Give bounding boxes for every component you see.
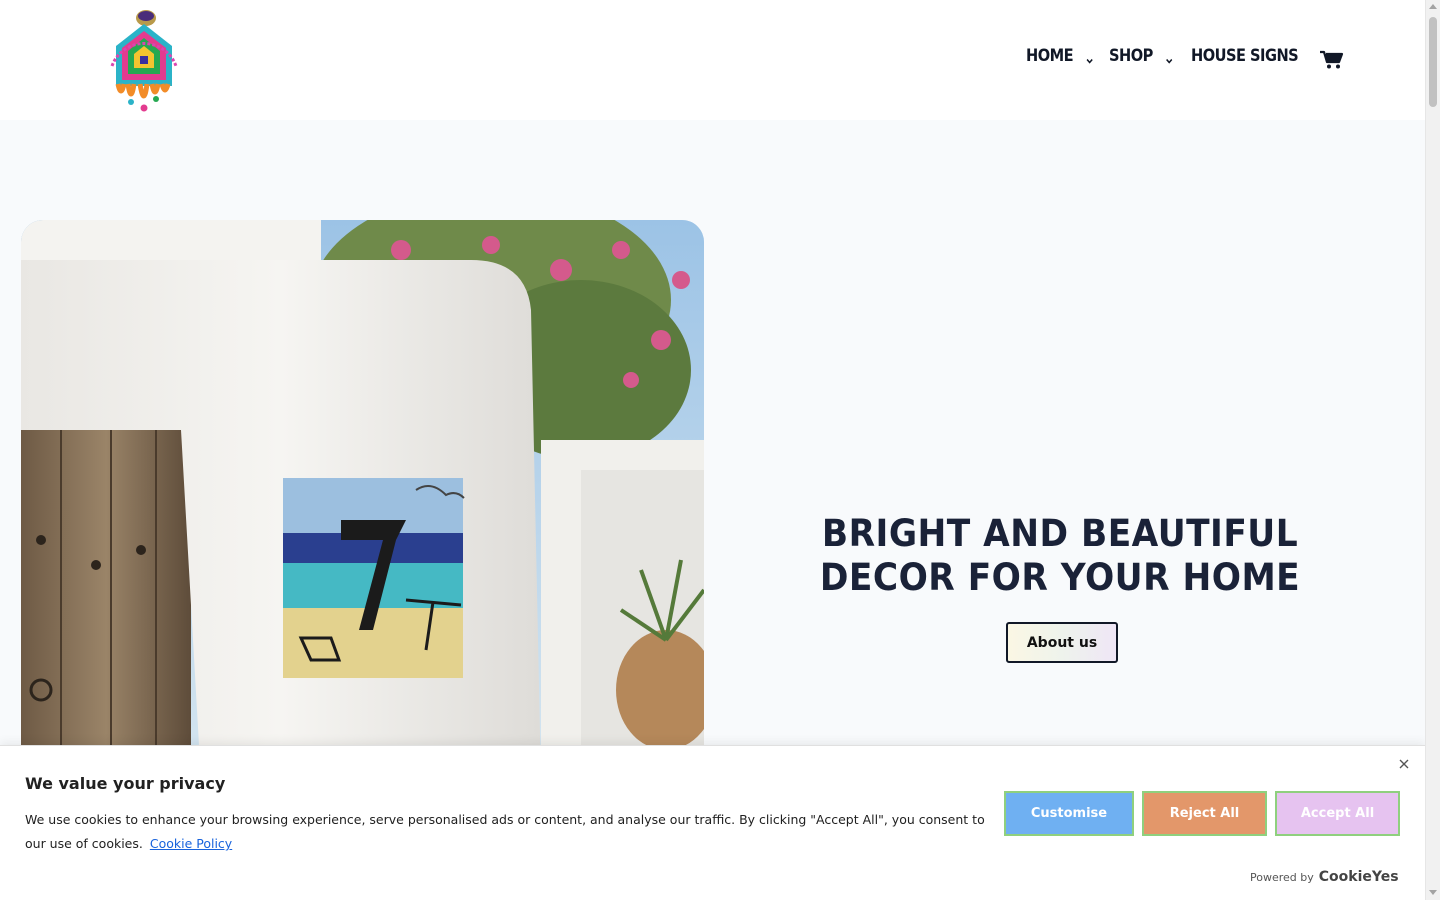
- reject-all-button[interactable]: Reject All: [1142, 791, 1267, 836]
- close-icon[interactable]: [1396, 756, 1412, 772]
- nav-shop-label: SHOP: [1109, 46, 1153, 66]
- cookie-title: We value your privacy: [25, 774, 226, 793]
- scroll-thumb[interactable]: [1429, 17, 1437, 107]
- cart-icon[interactable]: [1318, 48, 1344, 70]
- page-scrollbar[interactable]: [1425, 0, 1440, 900]
- powered-by-label: Powered by: [1250, 871, 1314, 884]
- scroll-up-icon[interactable]: [1429, 4, 1437, 9]
- nav-house-signs-label: HOUSE SIGNS: [1191, 46, 1299, 66]
- chevron-down-icon[interactable]: [1085, 51, 1094, 64]
- cookie-description: We use cookies to enhance your browsing …: [25, 808, 990, 856]
- nav-house-signs[interactable]: HOUSE SIGNS: [1191, 46, 1299, 66]
- hero-image: [21, 220, 704, 780]
- nav-home-label: HOME: [1026, 46, 1074, 66]
- site-header: HOME SHOP HOUSE SIGNS: [0, 0, 1425, 120]
- customise-button[interactable]: Customise: [1004, 791, 1134, 836]
- site-logo[interactable]: [104, 6, 184, 114]
- nav-home[interactable]: HOME: [1026, 46, 1094, 66]
- chevron-down-icon[interactable]: [1165, 51, 1174, 64]
- cookie-banner: We value your privacy We use cookies to …: [0, 745, 1425, 900]
- cookieyes-brand[interactable]: CookieYes: [1319, 869, 1399, 885]
- nav-shop[interactable]: SHOP: [1109, 46, 1173, 66]
- about-us-button[interactable]: About us: [1006, 622, 1118, 663]
- scroll-down-icon[interactable]: [1429, 890, 1437, 895]
- accept-all-button[interactable]: Accept All: [1275, 791, 1400, 836]
- cookie-policy-link[interactable]: Cookie Policy: [150, 836, 232, 851]
- hero-title: BRIGHT AND BEAUTIFUL DECOR FOR YOUR HOME: [819, 512, 1301, 599]
- powered-by: Powered by CookieYes: [1250, 869, 1399, 885]
